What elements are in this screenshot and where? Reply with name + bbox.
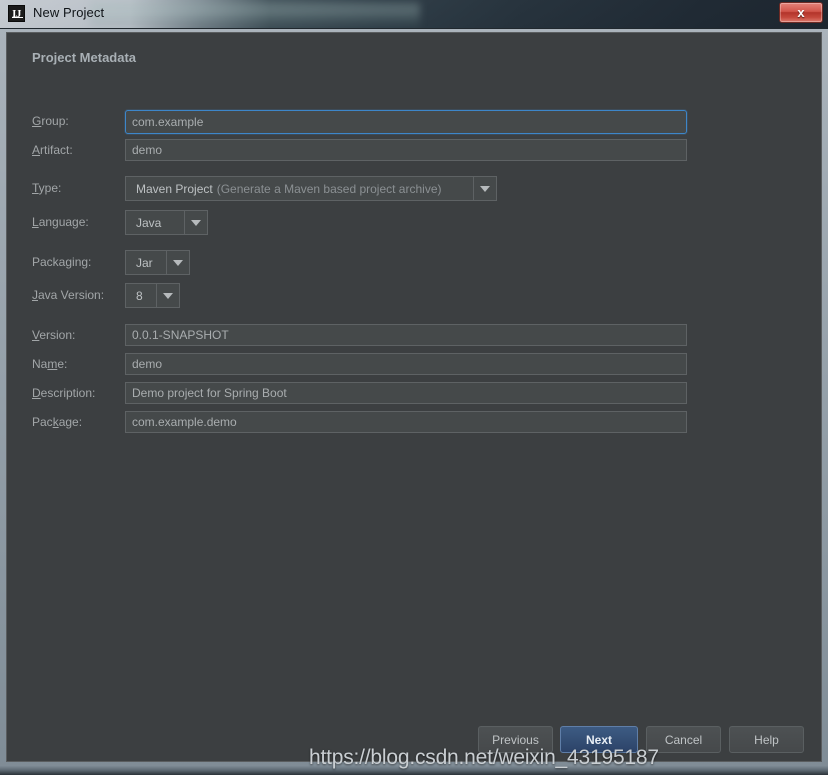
window-title: New Project bbox=[33, 5, 105, 20]
page-title: Project Metadata bbox=[32, 50, 137, 65]
chevron-down-icon bbox=[480, 185, 490, 192]
window-frame: Project Metadata Group: com.example Arti… bbox=[0, 29, 828, 775]
mnemonic-char: G bbox=[32, 114, 42, 128]
close-icon: x bbox=[797, 5, 805, 20]
java-version-combobox-value: 8 bbox=[136, 288, 143, 303]
name-input[interactable]: demo bbox=[125, 353, 687, 375]
mnemonic-char: m bbox=[47, 357, 58, 371]
packaging-combobox-arrow[interactable] bbox=[166, 251, 189, 274]
new-project-dialog-window: IJ New Project x Project Metadata Group:… bbox=[0, 0, 828, 775]
form-row-name: Name: demo bbox=[7, 353, 821, 375]
chevron-down-icon bbox=[163, 292, 173, 299]
label-java-version: Java Version: bbox=[32, 288, 105, 302]
description-input[interactable]: Demo project for Spring Boot bbox=[125, 382, 687, 404]
language-combobox-value: Java bbox=[136, 215, 162, 230]
form-row-version: Version: 0.0.1-SNAPSHOT bbox=[7, 324, 821, 346]
label-type: Type: bbox=[32, 181, 62, 195]
package-input[interactable]: com.example.demo bbox=[125, 411, 687, 433]
form-row-packaging: Packaging: Jar bbox=[7, 250, 821, 275]
mnemonic-char: D bbox=[32, 386, 41, 400]
artifact-input[interactable]: demo bbox=[125, 139, 687, 161]
packaging-combobox[interactable]: Jar bbox=[125, 250, 190, 275]
window-bottom-edge bbox=[0, 766, 828, 775]
chevron-down-icon bbox=[173, 259, 183, 266]
label-group: Group: bbox=[32, 114, 69, 128]
label-package: Package: bbox=[32, 415, 83, 429]
intellij-idea-icon: IJ bbox=[8, 5, 25, 22]
label-language: Language: bbox=[32, 215, 89, 229]
language-combobox-arrow[interactable] bbox=[184, 211, 207, 234]
type-combobox-hint: (Generate a Maven based project archive) bbox=[216, 181, 442, 196]
group-input[interactable]: com.example bbox=[125, 110, 687, 134]
form-row-type: Type: Maven Project (Generate a Maven ba… bbox=[7, 176, 821, 201]
form-row-java-version: Java Version: 8 bbox=[7, 283, 821, 308]
mnemonic-char: T bbox=[32, 181, 39, 195]
chevron-down-icon bbox=[191, 219, 201, 226]
form-row-artifact: Artifact: demo bbox=[7, 139, 821, 161]
cancel-button[interactable]: Cancel bbox=[646, 726, 721, 753]
language-combobox[interactable]: Java bbox=[125, 210, 208, 235]
packaging-combobox-value: Jar bbox=[136, 255, 153, 270]
next-button[interactable]: Next bbox=[560, 726, 638, 753]
version-input[interactable]: 0.0.1-SNAPSHOT bbox=[125, 324, 687, 346]
dialog-panel: Project Metadata Group: com.example Arti… bbox=[6, 32, 822, 762]
mnemonic-char: A bbox=[32, 143, 41, 157]
type-combobox-arrow[interactable] bbox=[473, 177, 496, 200]
label-description: Description: bbox=[32, 386, 96, 400]
java-version-combobox[interactable]: 8 bbox=[125, 283, 180, 308]
label-version: Version: bbox=[32, 328, 76, 342]
previous-button[interactable]: Previous bbox=[478, 726, 553, 753]
mnemonic-char: L bbox=[32, 215, 39, 229]
form-row-group: Group: com.example bbox=[7, 110, 821, 134]
help-button[interactable]: Help bbox=[729, 726, 804, 753]
form-row-package: Package: com.example.demo bbox=[7, 411, 821, 433]
title-bar: IJ New Project x bbox=[0, 0, 828, 29]
type-combobox[interactable]: Maven Project (Generate a Maven based pr… bbox=[125, 176, 497, 201]
form-row-language: Language: Java bbox=[7, 210, 821, 235]
form-row-description: Description: Demo project for Spring Boo… bbox=[7, 382, 821, 404]
java-version-combobox-arrow[interactable] bbox=[156, 284, 179, 307]
label-artifact: Artifact: bbox=[32, 143, 73, 157]
label-packaging: Packaging: bbox=[32, 255, 92, 269]
type-combobox-value: Maven Project (Generate a Maven based pr… bbox=[136, 181, 442, 196]
label-name: Name: bbox=[32, 357, 68, 371]
close-button[interactable]: x bbox=[779, 2, 823, 23]
